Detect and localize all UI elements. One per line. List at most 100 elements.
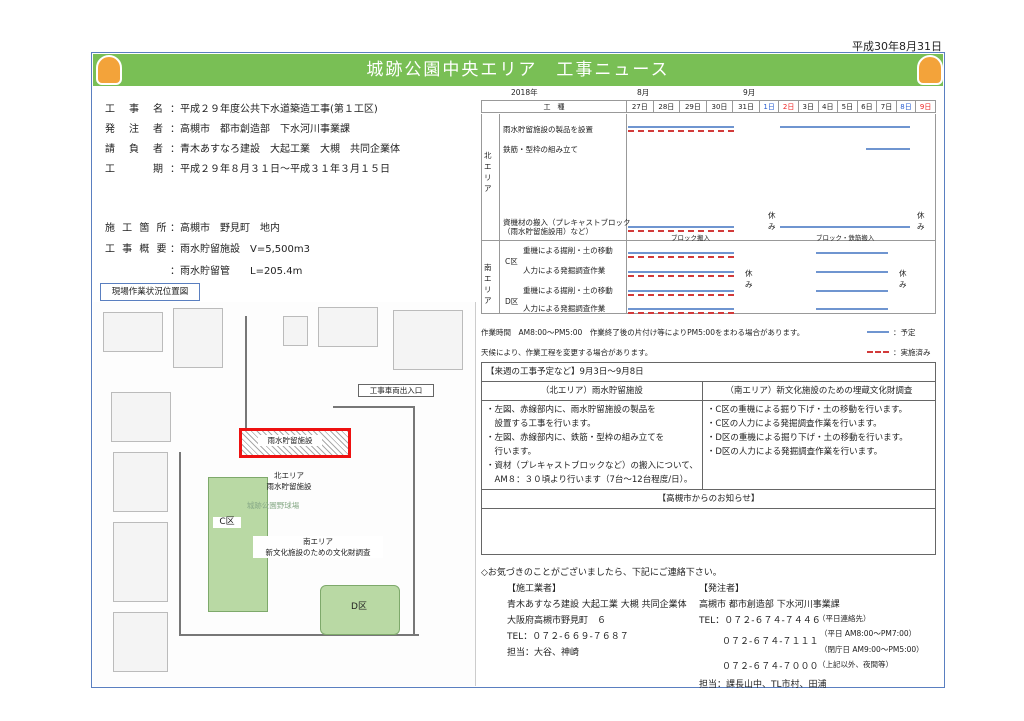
upcoming-work: 【来週の工事予定など】9月3日～9月8日 （北エリア）雨水貯留施設 （南エリア）新… — [481, 362, 937, 555]
task-5: 人力による発掘調査作業 — [523, 266, 606, 275]
info-value: ：平成２９年８月３１日～平成３１年３月１５日 — [170, 164, 390, 175]
info-label: 施 工 箇 所 — [105, 223, 169, 234]
builder-line: 青木あすなろ建設 大起工業 大槻 共同企業体 — [507, 600, 687, 610]
day-header: 1日 — [758, 100, 780, 113]
weather-note: 天候により、作業工程を変更する場合があります。 — [481, 348, 653, 357]
south-area-vertical: 南エリア — [484, 263, 492, 305]
work-item: AM８：３０頃より行います（7台～12台程度/日）。 — [486, 475, 693, 485]
task-1: 雨水貯留施設の製品を設置 — [503, 125, 593, 134]
plan-bar — [628, 126, 734, 128]
site-map: 雨水貯留施設 工事車両出入口 北エリア 雨水貯留施設 城跡公園野球場 C区 南エ… — [93, 302, 476, 686]
schedule-chart: 2018年 8月 9月 工 種 27日 28日 29日 30日 31日 1日 2日 3日 4日 5日… — [481, 88, 936, 357]
north-work-list: ・左図、赤線部内に、雨水貯留施設の製品を 設置する工事を行います。 ・左図、赤線部… — [481, 400, 703, 490]
park-label: 城跡公園野球場 — [246, 501, 300, 510]
info-label: 工 事 概 要 — [105, 244, 169, 255]
storage-label: 雨水貯留施設 — [258, 435, 322, 446]
rest-label: 休み — [899, 269, 907, 289]
schedule-month-aug: 8月 — [637, 88, 650, 97]
info-row: 施 工 箇 所：高槻市 野見町 地内 — [105, 219, 280, 234]
rest-label: 休み — [745, 269, 753, 289]
work-item: ・C区の人力による発掘調査作業を行います。 — [706, 419, 882, 429]
north-area-label: 北エリア 雨水貯留施設 — [266, 471, 312, 491]
work-item: ・左図、赤線部内に、鉄筋・型枠の組み立てを — [486, 433, 665, 443]
orderer-name: 高槻市 都市創造部 下水河川事業課 — [699, 600, 840, 610]
info-value: ：雨水貯留管 L=205.4m — [170, 266, 303, 277]
work-type-header: 工 種 — [481, 100, 627, 113]
work-hours-note: 作業時間 AM8:00～PM5:00 作業終了後の片付け等によりPM5:00をま… — [481, 328, 805, 337]
task-6: 重機による掘削・土の移動 — [523, 286, 613, 295]
work-item: ・D区の重機による掘り下げ・土の移動を行います。 — [706, 433, 908, 443]
plan-bar — [866, 148, 910, 150]
north-area-vertical: 北エリア — [484, 151, 492, 193]
plan-bar — [780, 226, 910, 228]
south-head: （南エリア）新文化施設のための埋蔵文化財調査 — [701, 381, 937, 401]
entrance-label: 工事車両出入口 — [358, 384, 434, 397]
day-header: 2日 — [778, 100, 799, 113]
block-rebar-label: ブロック・鉄筋搬入 — [816, 234, 875, 242]
info-value: ：高槻市 野見町 地内 — [170, 223, 280, 234]
day-header: 8日 — [895, 100, 917, 113]
north-head: （北エリア）雨水貯留施設 — [481, 381, 703, 401]
zone-c: C区 — [505, 257, 518, 266]
builder-line: 大阪府高槻市野見町 ６ — [507, 616, 607, 626]
info-label: 請 負 者 — [105, 144, 165, 155]
task-7: 人力による発掘調査作業 — [523, 304, 606, 313]
news-title: 城跡公園中央エリア 工事ニュース — [93, 54, 943, 86]
orderer-tel3: ０７２-６７４-７０００ — [722, 662, 819, 672]
orderer-tel2-note: （閉庁日 AM9:00～PM5:00） — [820, 645, 924, 654]
task-4: 重機による掘削・土の移動 — [523, 246, 613, 255]
builder-line: 担当：大谷、神崎 — [507, 648, 580, 658]
notice-head: 【高槻市からのお知らせ】 — [481, 489, 936, 509]
orderer-tel3-note: （上記以外、夜間等） — [818, 660, 893, 669]
mascot-icon — [917, 55, 943, 85]
orderer-tel2: ０７２-６７４-７１１１ — [722, 637, 819, 647]
task-3: 資機材の搬入（プレキャストブロック （雨水貯留施設用）など） — [503, 218, 631, 236]
plan-bar — [628, 226, 734, 228]
info-value: ：高槻市 都市創造部 下水河川事業課 — [170, 124, 350, 135]
orderer-contact: 担当：課長山中、TL市村、田浦 — [699, 680, 827, 690]
day-header: 4日 — [817, 100, 839, 113]
day-header: 9日 — [915, 100, 936, 113]
schedule-month-sep: 9月 — [743, 88, 756, 97]
info-label: 工 事 名 — [105, 104, 165, 115]
info-row: 工 期 ：平成２９年８月３１日～平成３１年３月１５日 — [105, 160, 390, 175]
info-row: 工 事 概 要：雨水貯留施設 V=5,500m3 — [105, 240, 310, 255]
work-item: ・資材（プレキャストブロックなど）の搬入について、 — [486, 461, 698, 471]
task-2: 鉄筋・型枠の組み立て — [503, 145, 578, 154]
legend-done: ：実施済み — [893, 348, 931, 357]
zone-d-label: D区 — [351, 602, 367, 612]
day-header: 29日 — [679, 100, 707, 113]
work-item: ・D区の人力による発掘調査作業を行います。 — [706, 447, 883, 457]
schedule-year: 2018年 — [511, 88, 538, 97]
south-area-label: 南エリア 新文化施設のための文化財調査 — [253, 536, 383, 558]
rest-label: 休み — [917, 211, 925, 231]
day-header: 3日 — [797, 100, 819, 113]
info-row: 工 事 名 ：平成２９年度公共下水道築造工事(第１工区) — [105, 100, 378, 115]
schedule-grid: 工 種 27日 28日 29日 30日 31日 1日 2日 3日 4日 5日 6日 7日 8日 9日 — [481, 100, 936, 113]
legend-plan: ：予定 — [893, 328, 916, 337]
info-label: 工 期 — [105, 164, 165, 175]
orderer-head: 【発注者】 — [699, 584, 745, 594]
builder-head: 【施工業者】 — [507, 584, 562, 594]
info-row: 発 注 者 ：高槻市 都市創造部 下水河川事業課 — [105, 120, 350, 135]
info-row: ：雨水貯留管 L=205.4m — [105, 262, 302, 277]
mascot-icon — [96, 55, 122, 85]
zone-d: D区 — [505, 297, 519, 306]
day-header: 27日 — [626, 100, 654, 113]
day-header: 28日 — [652, 100, 681, 113]
notice-body — [481, 508, 936, 555]
info-row: 請 負 者 ：青木あすなろ建設 大起工業 大槻 共同企業体 — [105, 140, 400, 155]
day-header: 31日 — [732, 100, 760, 113]
day-header: 6日 — [856, 100, 878, 113]
orderer-tel1-note: （平日連絡先） — [818, 614, 871, 623]
info-label: 発 注 者 — [105, 124, 165, 135]
info-value: ：平成２９年度公共下水道築造工事(第１工区) — [170, 104, 378, 115]
contact-intro: ◇お気づきのことがございましたら、下記にご連絡下さい。 — [481, 568, 722, 578]
info-value: ：青木あすなろ建設 大起工業 大槻 共同企業体 — [170, 144, 400, 155]
orderer-tel2-note: （平日 AM8:00～PM7:00） — [820, 629, 917, 638]
builder-line: TEL：０７２-６６９-７６８７ — [507, 632, 629, 642]
work-item: 行います。 — [486, 447, 537, 457]
done-bar — [628, 130, 734, 132]
orderer-tel1: TEL：０７２-６７４-７４４６ — [699, 616, 821, 626]
work-item: ・C区の重機による掘り下げ・土の移動を行います。 — [706, 405, 908, 415]
